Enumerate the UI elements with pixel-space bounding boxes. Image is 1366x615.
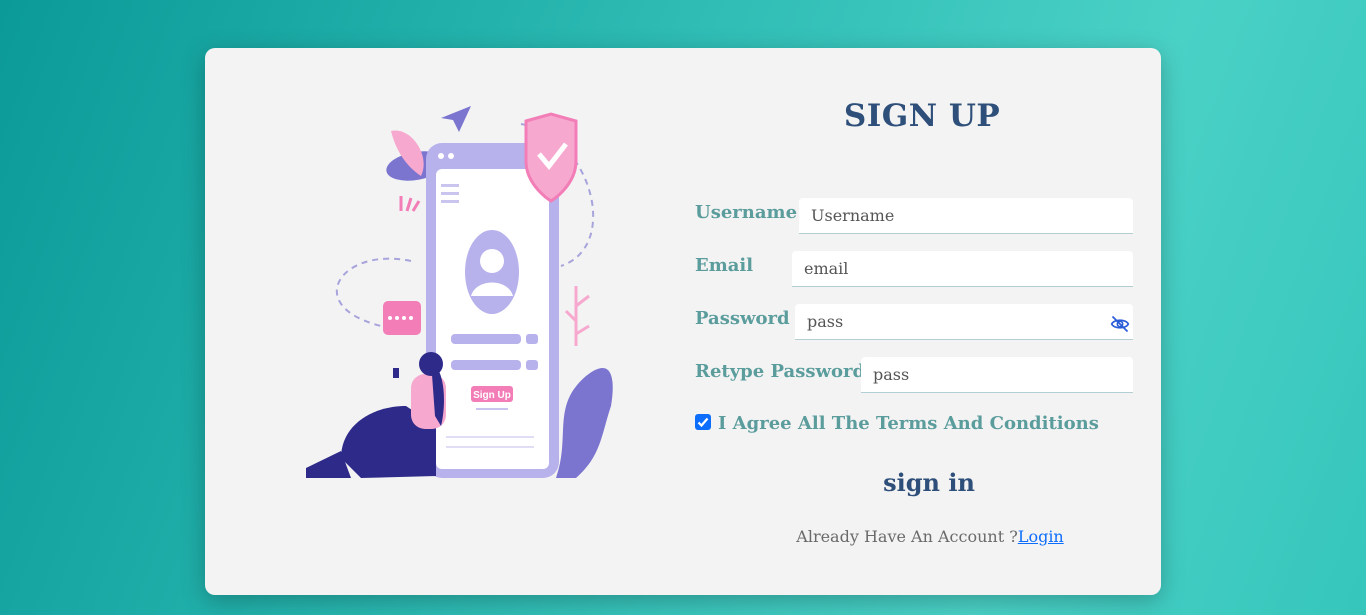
signup-card: Sign Up SIGN UP Username Email Password xyxy=(205,48,1161,595)
page-title: SIGN UP xyxy=(843,98,1001,134)
email-label: Email xyxy=(695,255,754,276)
eye-slash-icon[interactable] xyxy=(1110,314,1130,334)
already-account-text: Already Have An Account ?Login xyxy=(725,527,1135,546)
terms-checkbox[interactable] xyxy=(695,414,711,430)
email-input[interactable] xyxy=(792,251,1133,287)
sign-up-illustration: Sign Up xyxy=(306,106,613,478)
password-input[interactable] xyxy=(795,304,1133,340)
illustration-signup-text: Sign Up xyxy=(473,390,511,401)
already-account-label: Already Have An Account ? xyxy=(796,527,1018,546)
username-label: Username xyxy=(695,202,798,223)
checkmark-icon xyxy=(697,417,709,428)
retype-password-label: Retype Password xyxy=(695,361,866,382)
password-label: Password xyxy=(695,308,790,329)
retype-password-input[interactable] xyxy=(861,357,1133,393)
terms-label: I Agree All The Terms And Conditions xyxy=(718,413,1099,434)
username-input[interactable] xyxy=(799,198,1133,234)
paper-plane-icon xyxy=(441,106,471,132)
sign-in-button[interactable]: sign in xyxy=(829,468,1029,497)
login-link[interactable]: Login xyxy=(1018,527,1064,546)
